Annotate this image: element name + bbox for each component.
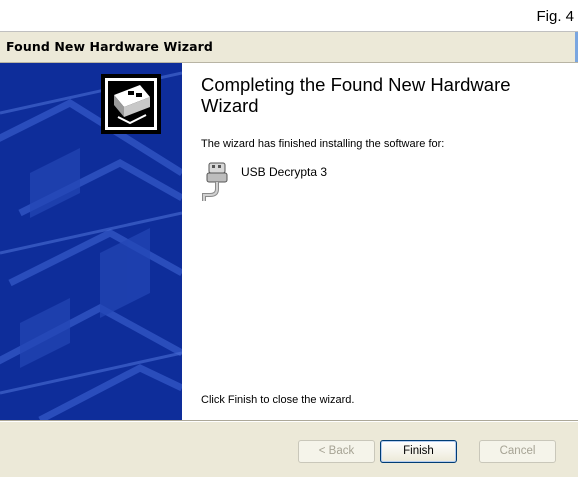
close-instruction: Click Finish to close the wizard. — [201, 394, 355, 406]
finish-button[interactable]: Finish — [380, 440, 457, 463]
title-bar[interactable]: Found New Hardware Wizard — [0, 32, 578, 63]
wizard-heading: Completing the Found New Hardware Wizard — [201, 74, 511, 116]
wizard-content: Completing the Found New Hardware Wizard… — [0, 63, 578, 420]
button-divider — [0, 420, 578, 422]
wizard-window: Found New Hardware Wizard Completing the… — [0, 31, 578, 477]
window-title: Found New Hardware Wizard — [6, 39, 213, 54]
back-button[interactable]: < Back — [298, 440, 375, 463]
wizard-description: The wizard has finished installing the s… — [201, 138, 445, 150]
usb-plug-icon — [201, 161, 235, 205]
wizard-side-banner — [0, 63, 182, 420]
hardware-card-icon — [100, 73, 162, 135]
figure-label: Fig. 4 — [536, 8, 574, 25]
device-name: USB Decrypta 3 — [241, 165, 328, 179]
cancel-button[interactable]: Cancel — [479, 440, 556, 463]
